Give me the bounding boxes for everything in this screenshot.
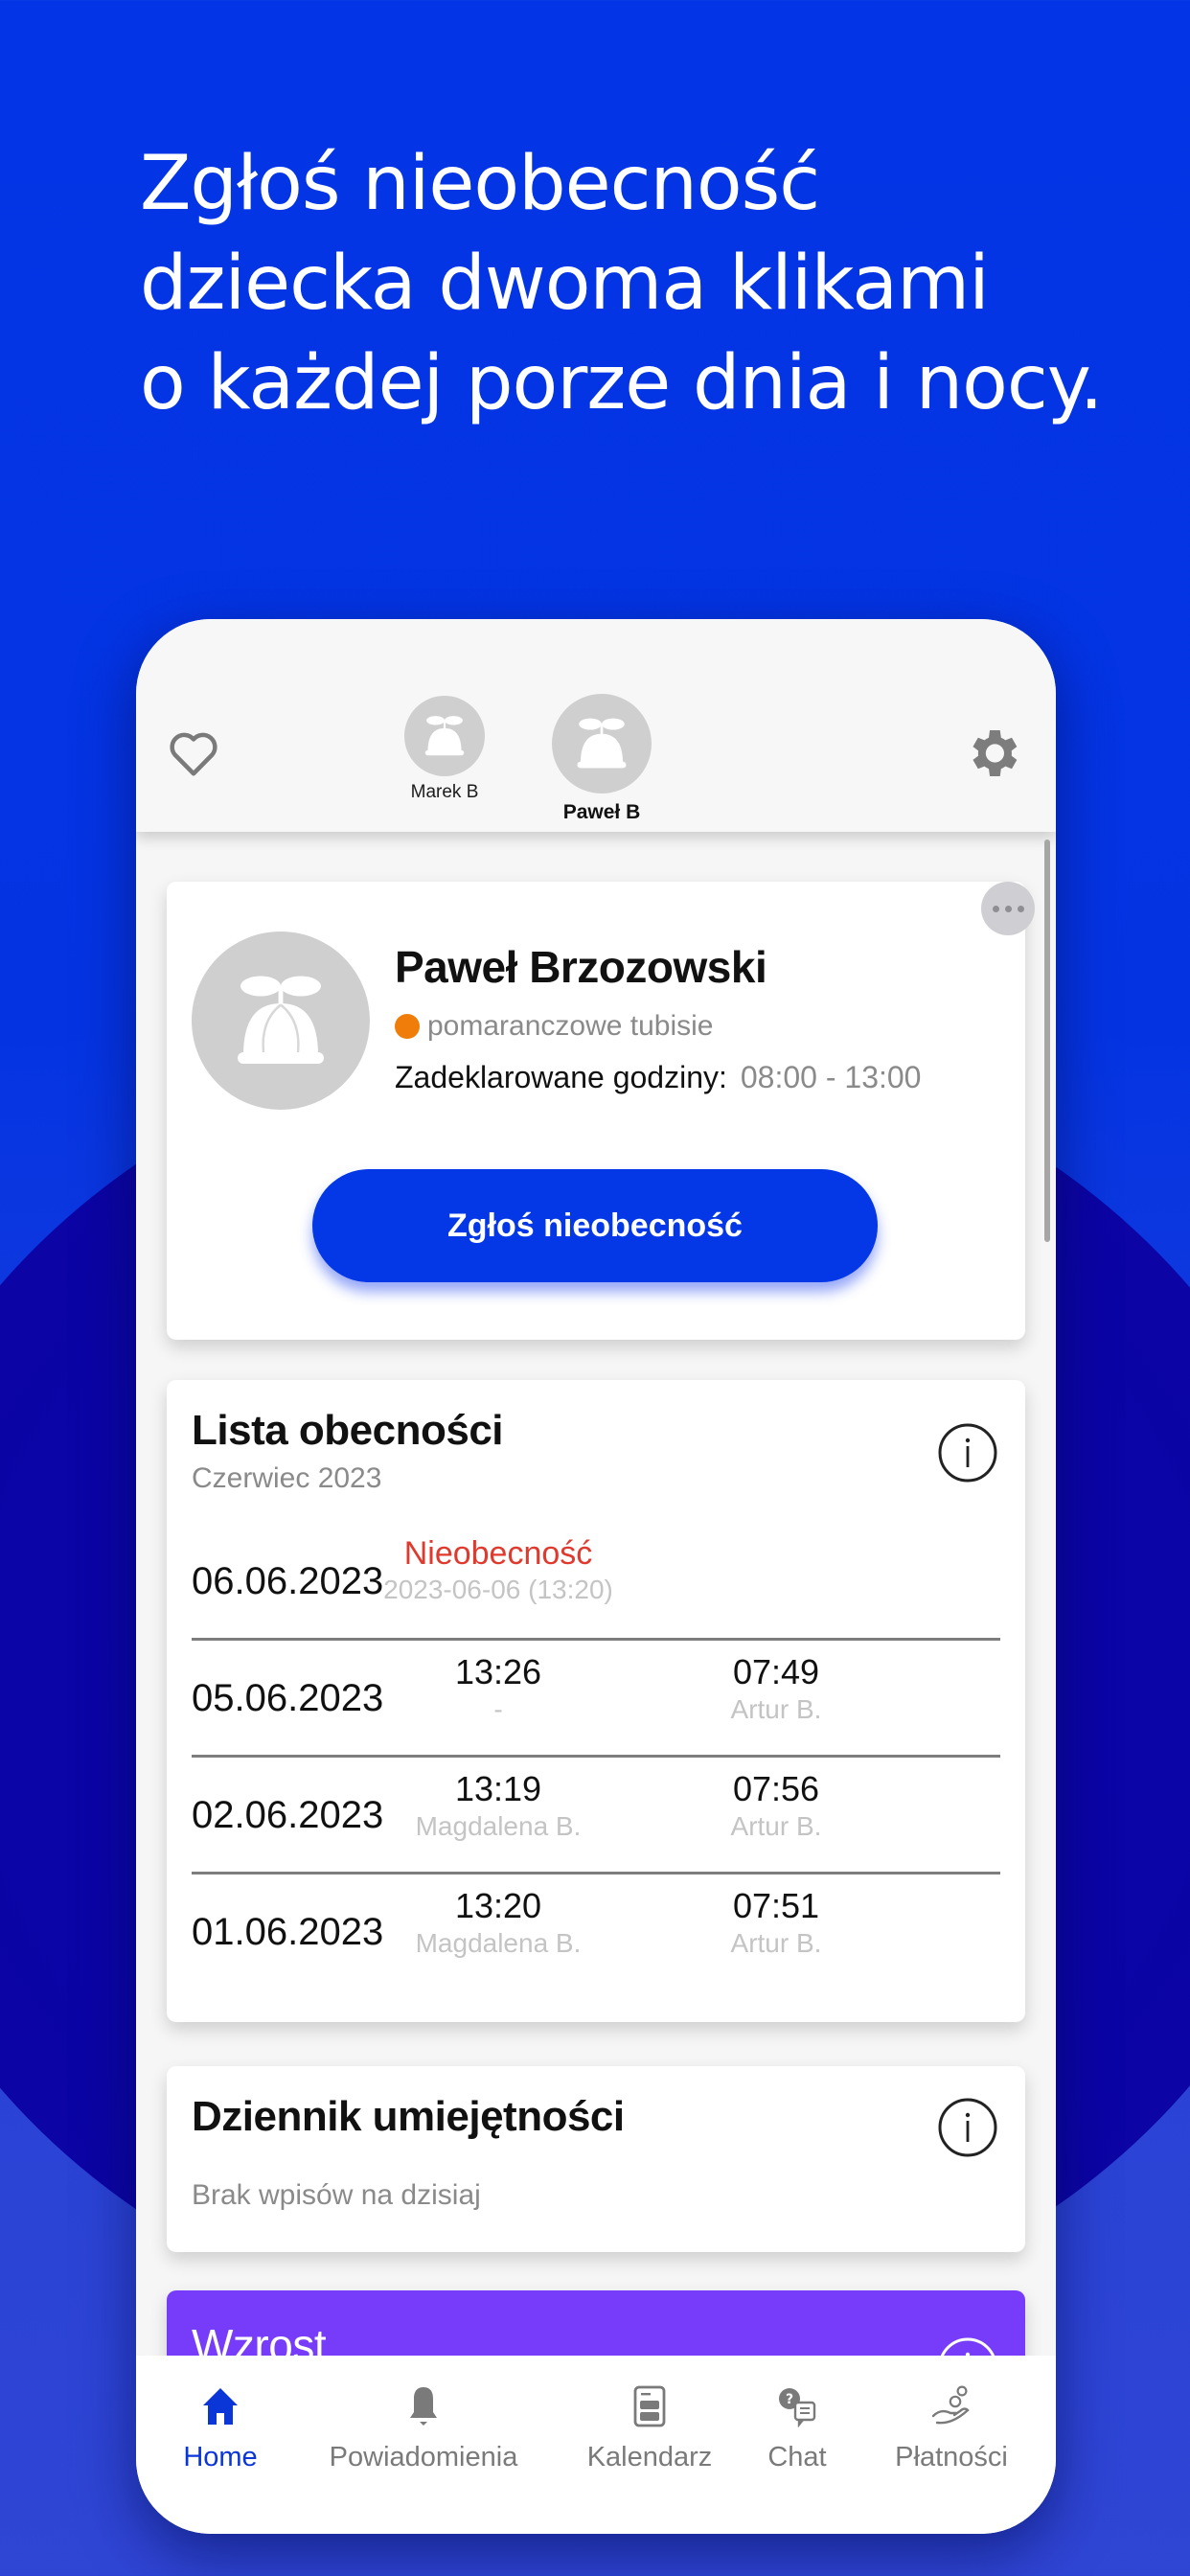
- payments-icon: [931, 2385, 970, 2425]
- dropoff-time: 07:56: [732, 1769, 820, 1808]
- attendance-month: Czerwiec 2023: [192, 1462, 382, 1494]
- headline-line-3: o każdej porze dnia i nocy.: [140, 340, 1104, 426]
- skills-card[interactable]: Dziennik umiejętności Brak wpisów na dzi…: [167, 2066, 1025, 2252]
- attendance-card: Lista obecności Czerwiec 2023 06.06.2023…: [167, 1380, 1025, 2022]
- pickup-column: 13:26 -: [355, 1652, 642, 1725]
- more-dots-icon: [992, 905, 999, 912]
- child-name-label: Paweł B: [562, 801, 641, 823]
- scrollbar[interactable]: [1044, 840, 1050, 1242]
- tab-payments[interactable]: Płatności: [870, 2382, 1033, 2473]
- pickup-by: Magdalena B.: [415, 1928, 582, 1958]
- pickup-column: 13:19 Magdalena B.: [355, 1769, 642, 1842]
- tab-label: Home: [183, 2442, 258, 2472]
- svg-text:?: ?: [786, 2392, 793, 2407]
- more-dot: [1017, 905, 1024, 912]
- propeller-hat-icon: [238, 976, 324, 1064]
- gear-icon[interactable]: [962, 723, 1023, 784]
- attendance-row[interactable]: 01.06.2023 13:20 Magdalena B. 07:51 Artu…: [192, 1874, 1000, 1991]
- child-switch-pawel[interactable]: Paweł B: [535, 694, 669, 824]
- pickup-time: 13:26: [454, 1652, 542, 1691]
- absence-detail: 2023-06-06 (13:20): [383, 1575, 613, 1604]
- promo-headline: Zgłoś nieobecność dziecka dwoma klikami …: [140, 134, 1104, 433]
- app-header: Marek B Paweł B: [136, 619, 1056, 832]
- child-avatar-small: [404, 696, 485, 776]
- attendance-title: Lista obecności: [192, 1407, 504, 1454]
- group-color-dot: [395, 1014, 420, 1039]
- tab-label: Chat: [767, 2442, 827, 2472]
- attendance-row[interactable]: 05.06.2023 13:26 - 07:49 Artur B.: [192, 1641, 1000, 1758]
- bell-icon: [410, 2387, 437, 2426]
- chat-icon: ?: [779, 2388, 816, 2427]
- tab-label: Powiadomienia: [329, 2442, 518, 2472]
- tab-notifications[interactable]: Powiadomienia: [318, 2382, 529, 2473]
- dropoff-column: 07:49 Artur B.: [632, 1652, 920, 1725]
- home-icon: [203, 2388, 238, 2425]
- dropoff-by: Artur B.: [730, 1811, 822, 1841]
- tab-label: Kalendarz: [586, 2442, 713, 2472]
- pickup-column: 13:20 Magdalena B.: [355, 1886, 642, 1959]
- tab-label: Płatności: [895, 2442, 1008, 2472]
- declared-hours-value: 08:00 - 13:00: [740, 1060, 922, 1094]
- headline-line-2: dziecka dwoma klikami: [140, 241, 990, 327]
- tab-home[interactable]: Home: [163, 2382, 278, 2473]
- report-absence-button[interactable]: Zgłoś nieobecność: [312, 1169, 878, 1282]
- absence-status: Nieobecność 2023-06-06 (13:20): [355, 1535, 642, 1605]
- pickup-by: -: [493, 1694, 503, 1724]
- dropoff-column: 07:51 Artur B.: [632, 1886, 920, 1959]
- absence-label: Nieobecność: [403, 1535, 593, 1572]
- declared-hours: Zadeklarowane godziny: 08:00 - 13:00: [395, 1060, 921, 1095]
- group-name: pomaranczowe tubisie: [427, 1010, 714, 1042]
- child-group: pomaranczowe tubisie: [395, 1010, 714, 1043]
- dropoff-time: 07:51: [732, 1886, 820, 1925]
- more-options-button[interactable]: [981, 882, 1035, 935]
- propeller-hat-icon: [577, 718, 627, 769]
- headline-line-1: Zgłoś nieobecność: [140, 141, 820, 227]
- pickup-by: Magdalena B.: [415, 1811, 582, 1841]
- child-avatar-large: [192, 932, 370, 1110]
- tab-chat[interactable]: ? Chat: [749, 2382, 845, 2473]
- dropoff-by: Artur B.: [730, 1928, 822, 1958]
- pickup-time: 13:19: [454, 1769, 542, 1808]
- child-full-name: Paweł Brzozowski: [395, 942, 767, 992]
- declared-hours-label: Zadeklarowane godziny:: [395, 1060, 727, 1094]
- child-switch-marek[interactable]: Marek B: [387, 696, 502, 803]
- dropoff-time: 07:49: [732, 1652, 820, 1691]
- more-dot: [1004, 905, 1012, 912]
- tab-calendar[interactable]: Kalendarz: [563, 2382, 736, 2473]
- child-name-label: Marek B: [410, 782, 479, 802]
- attendance-row[interactable]: 06.06.2023 Nieobecność 2023-06-06 (13:20…: [192, 1524, 1000, 1641]
- info-icon[interactable]: [937, 1422, 998, 1484]
- propeller-hat-icon: [424, 716, 465, 756]
- calendar-icon: [633, 2385, 666, 2427]
- info-icon[interactable]: [937, 2097, 998, 2158]
- skills-title: Dziennik umiejętności: [192, 2093, 625, 2140]
- child-card: Paweł Brzozowski pomaranczowe tubisie Za…: [167, 882, 1025, 1340]
- bottom-tab-bar: Home Powiadomienia Kalendarz ? Chat Płat…: [136, 2356, 1056, 2534]
- dropoff-by: Artur B.: [730, 1694, 822, 1724]
- pickup-time: 13:20: [454, 1886, 542, 1925]
- heart-icon[interactable]: [165, 724, 222, 782]
- skills-empty-text: Brak wpisów na dzisiaj: [192, 2179, 481, 2211]
- attendance-row[interactable]: 02.06.2023 13:19 Magdalena B. 07:56 Artu…: [192, 1758, 1000, 1874]
- phone-screen: Marek B Paweł B Paweł Brzozowski pomaran…: [136, 619, 1056, 2534]
- dropoff-column: 07:56 Artur B.: [632, 1769, 920, 1842]
- child-avatar-selected: [552, 694, 652, 794]
